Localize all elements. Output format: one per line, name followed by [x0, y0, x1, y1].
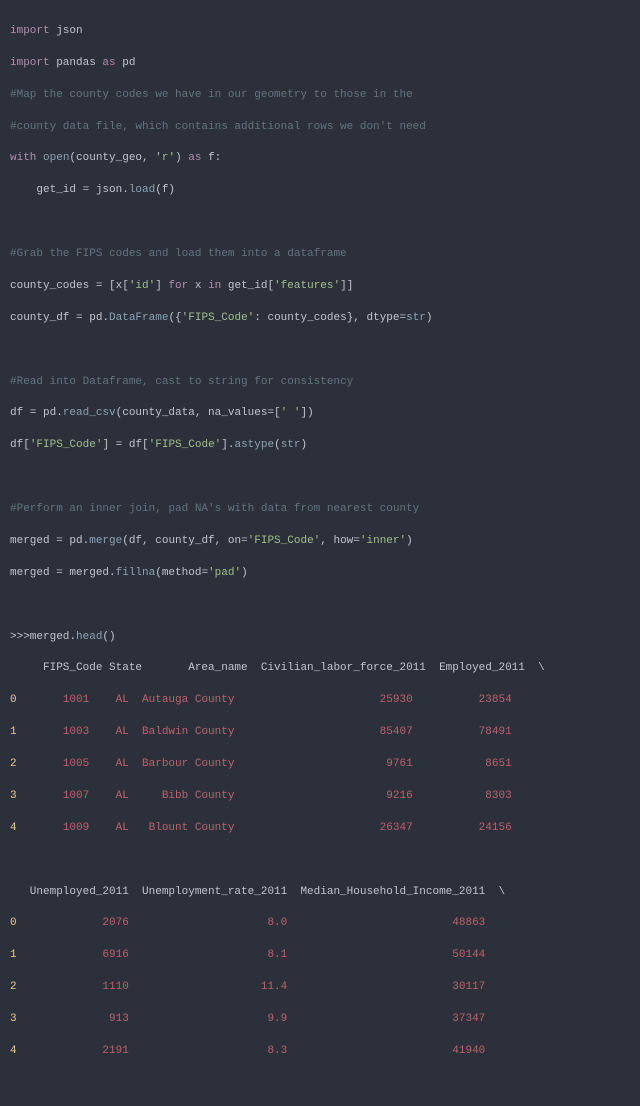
- code-line: county_df = pd.DataFrame({'FIPS_Code': c…: [10, 311, 630, 327]
- comment-line: #county data file, which contains additi…: [10, 120, 630, 136]
- code-line: merged = pd.merge(df, county_df, on='FIP…: [10, 534, 630, 550]
- code-line: import pandas as pd: [10, 56, 630, 72]
- code-line: county_codes = [x['id'] for x in get_id[…: [10, 279, 630, 295]
- code-line: >>>merged.head(): [10, 630, 630, 646]
- table-header: Unemployed_2011 Unemployment_rate_2011 M…: [10, 885, 630, 901]
- blank-line: [10, 598, 630, 614]
- blank-line: [10, 215, 630, 231]
- table-row: 2 1005 AL Barbour County 9761 8651: [10, 757, 630, 773]
- table-row: 4 1009 AL Blount County 26347 24156: [10, 821, 630, 837]
- table-header: FIPS_Code State Area_name Civilian_labor…: [10, 661, 630, 677]
- blank-line: [10, 1076, 630, 1092]
- table-row: 4 2191 8.3 41940: [10, 1044, 630, 1060]
- blank-line: [10, 853, 630, 869]
- code-line: import json: [10, 24, 630, 40]
- blank-line: [10, 343, 630, 359]
- table-row: 2 1110 11.4 30117: [10, 980, 630, 996]
- code-line: merged = merged.fillna(method='pad'): [10, 566, 630, 582]
- code-line: get_id = json.load(f): [10, 183, 630, 199]
- comment-line: #Grab the FIPS codes and load them into …: [10, 247, 630, 263]
- code-editor: import json import pandas as pd #Map the…: [0, 0, 640, 1106]
- blank-line: [10, 470, 630, 486]
- table-row: 1 6916 8.1 50144: [10, 948, 630, 964]
- table-row: 3 913 9.9 37347: [10, 1012, 630, 1028]
- comment-line: #Map the county codes we have in our geo…: [10, 88, 630, 104]
- table-row: 1 1003 AL Baldwin County 85407 78491: [10, 725, 630, 741]
- table-row: 0 1001 AL Autauga County 25930 23854: [10, 693, 630, 709]
- table-row: 3 1007 AL Bibb County 9216 8303: [10, 789, 630, 805]
- comment-line: #Read into Dataframe, cast to string for…: [10, 375, 630, 391]
- code-line: df['FIPS_Code'] = df['FIPS_Code'].astype…: [10, 438, 630, 454]
- table-row: 0 2076 8.0 48863: [10, 916, 630, 932]
- comment-line: #Perform an inner join, pad NA's with da…: [10, 502, 630, 518]
- code-line: with open(county_geo, 'r') as f:: [10, 151, 630, 167]
- code-line: df = pd.read_csv(county_data, na_values=…: [10, 406, 630, 422]
